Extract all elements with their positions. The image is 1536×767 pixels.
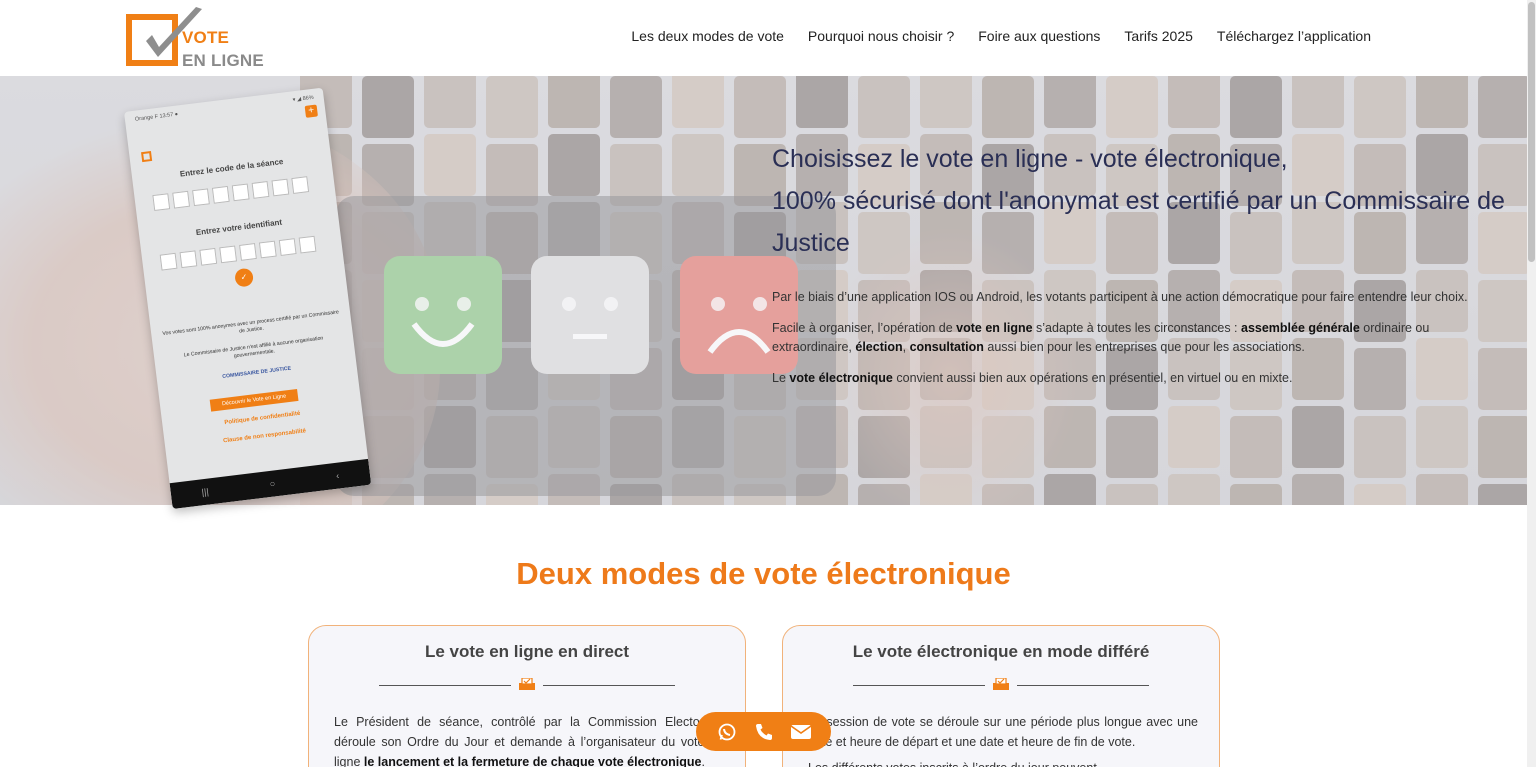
phone-carrier: Orange F 13:57 ●: [134, 111, 179, 123]
phone-recent-icon: |||: [201, 486, 210, 498]
page-scrollbar[interactable]: [1527, 0, 1536, 767]
id-box: [258, 240, 277, 259]
hero-title: Choisissez le vote en ligne - vote élect…: [772, 138, 1512, 264]
main-nav: Les deux modes de vote Pourquoi nous cho…: [631, 28, 1371, 44]
hero-text-block: Choisissez le vote en ligne - vote élect…: [772, 138, 1512, 388]
code-box: [192, 188, 210, 207]
nav-telecharger-app[interactable]: Téléchargez l’application: [1217, 28, 1371, 44]
app-logo: [141, 151, 153, 163]
hero-title-line1: Choisissez le vote en ligne - vote élect…: [772, 145, 1288, 173]
logo-line2: EN LIGNE: [182, 51, 264, 70]
card-vote-differe: Le vote électronique en mode différé La …: [782, 625, 1220, 767]
card-body: La session de vote se déroule sur une pé…: [808, 715, 1198, 767]
card-separator: [853, 678, 1149, 692]
code-box: [251, 181, 270, 199]
phone-icon[interactable]: [753, 721, 775, 743]
hero-title-line2: 100% sécurisé dont l'anonymat est certif…: [772, 187, 1505, 257]
contact-bar: [696, 712, 831, 751]
code-box: [172, 190, 191, 209]
ballot-box-icon: [993, 678, 1009, 690]
id-box: [219, 245, 238, 264]
code-box: [291, 176, 310, 194]
phone-code-boxes: [152, 176, 310, 212]
card-title: Le vote en ligne en direct: [424, 642, 630, 661]
phone-discover-button: Découvrir le Vote en Ligne: [209, 388, 299, 412]
id-box: [278, 238, 297, 256]
hero-paragraph-3: Le vote électronique convient aussi bien…: [772, 371, 1293, 385]
id-box: [179, 250, 198, 269]
id-box: [159, 252, 178, 271]
nav-tarifs[interactable]: Tarifs 2025: [1124, 28, 1192, 44]
card-vote-direct: Le vote en ligne en direct Le Président …: [308, 625, 746, 767]
logo-line1: VOTE: [182, 28, 230, 47]
code-box: [211, 185, 230, 204]
id-box: [239, 243, 257, 261]
code-box: [152, 193, 171, 212]
nav-faq[interactable]: Foire aux questions: [978, 28, 1100, 44]
site-header: VOTE EN LIGNE Les deux modes de vote Pou…: [0, 0, 1527, 76]
page: VOTE EN LIGNE Les deux modes de vote Pou…: [0, 0, 1536, 767]
card-body: Le Président de séance, contrôlé par la …: [334, 715, 724, 767]
nav-pourquoi-nous-choisir[interactable]: Pourquoi nous choisir ?: [808, 28, 954, 44]
ballot-box-icon: [519, 678, 535, 690]
hero-paragraph-2: Facile à organiser, l’opération de vote …: [772, 321, 1430, 354]
plus-icon: +: [304, 104, 318, 118]
phone-back-icon: ‹: [335, 470, 340, 481]
whatsapp-icon[interactable]: [716, 721, 738, 743]
mail-icon[interactable]: [790, 721, 812, 743]
code-box: [231, 183, 250, 202]
phone-home-icon: ○: [269, 478, 276, 489]
card-title: Le vote électronique en mode différé: [852, 642, 1150, 661]
id-box: [199, 247, 218, 266]
site-logo[interactable]: VOTE EN LIGNE: [126, 7, 266, 70]
scrollbar-thumb[interactable]: [1528, 2, 1535, 262]
phone-id-boxes: [159, 235, 317, 271]
nav-modes-de-vote[interactable]: Les deux modes de vote: [631, 28, 784, 44]
hero-paragraph-1: Par le biais d’une application IOS ou An…: [772, 290, 1468, 304]
phone-battery: ▾ ◢ 86%: [292, 94, 315, 104]
id-box: [298, 235, 317, 254]
code-box: [271, 178, 290, 197]
validate-icon: ✓: [234, 267, 255, 288]
card-separator: [379, 678, 675, 692]
section-title: Deux modes de vote électronique: [516, 556, 1011, 591]
